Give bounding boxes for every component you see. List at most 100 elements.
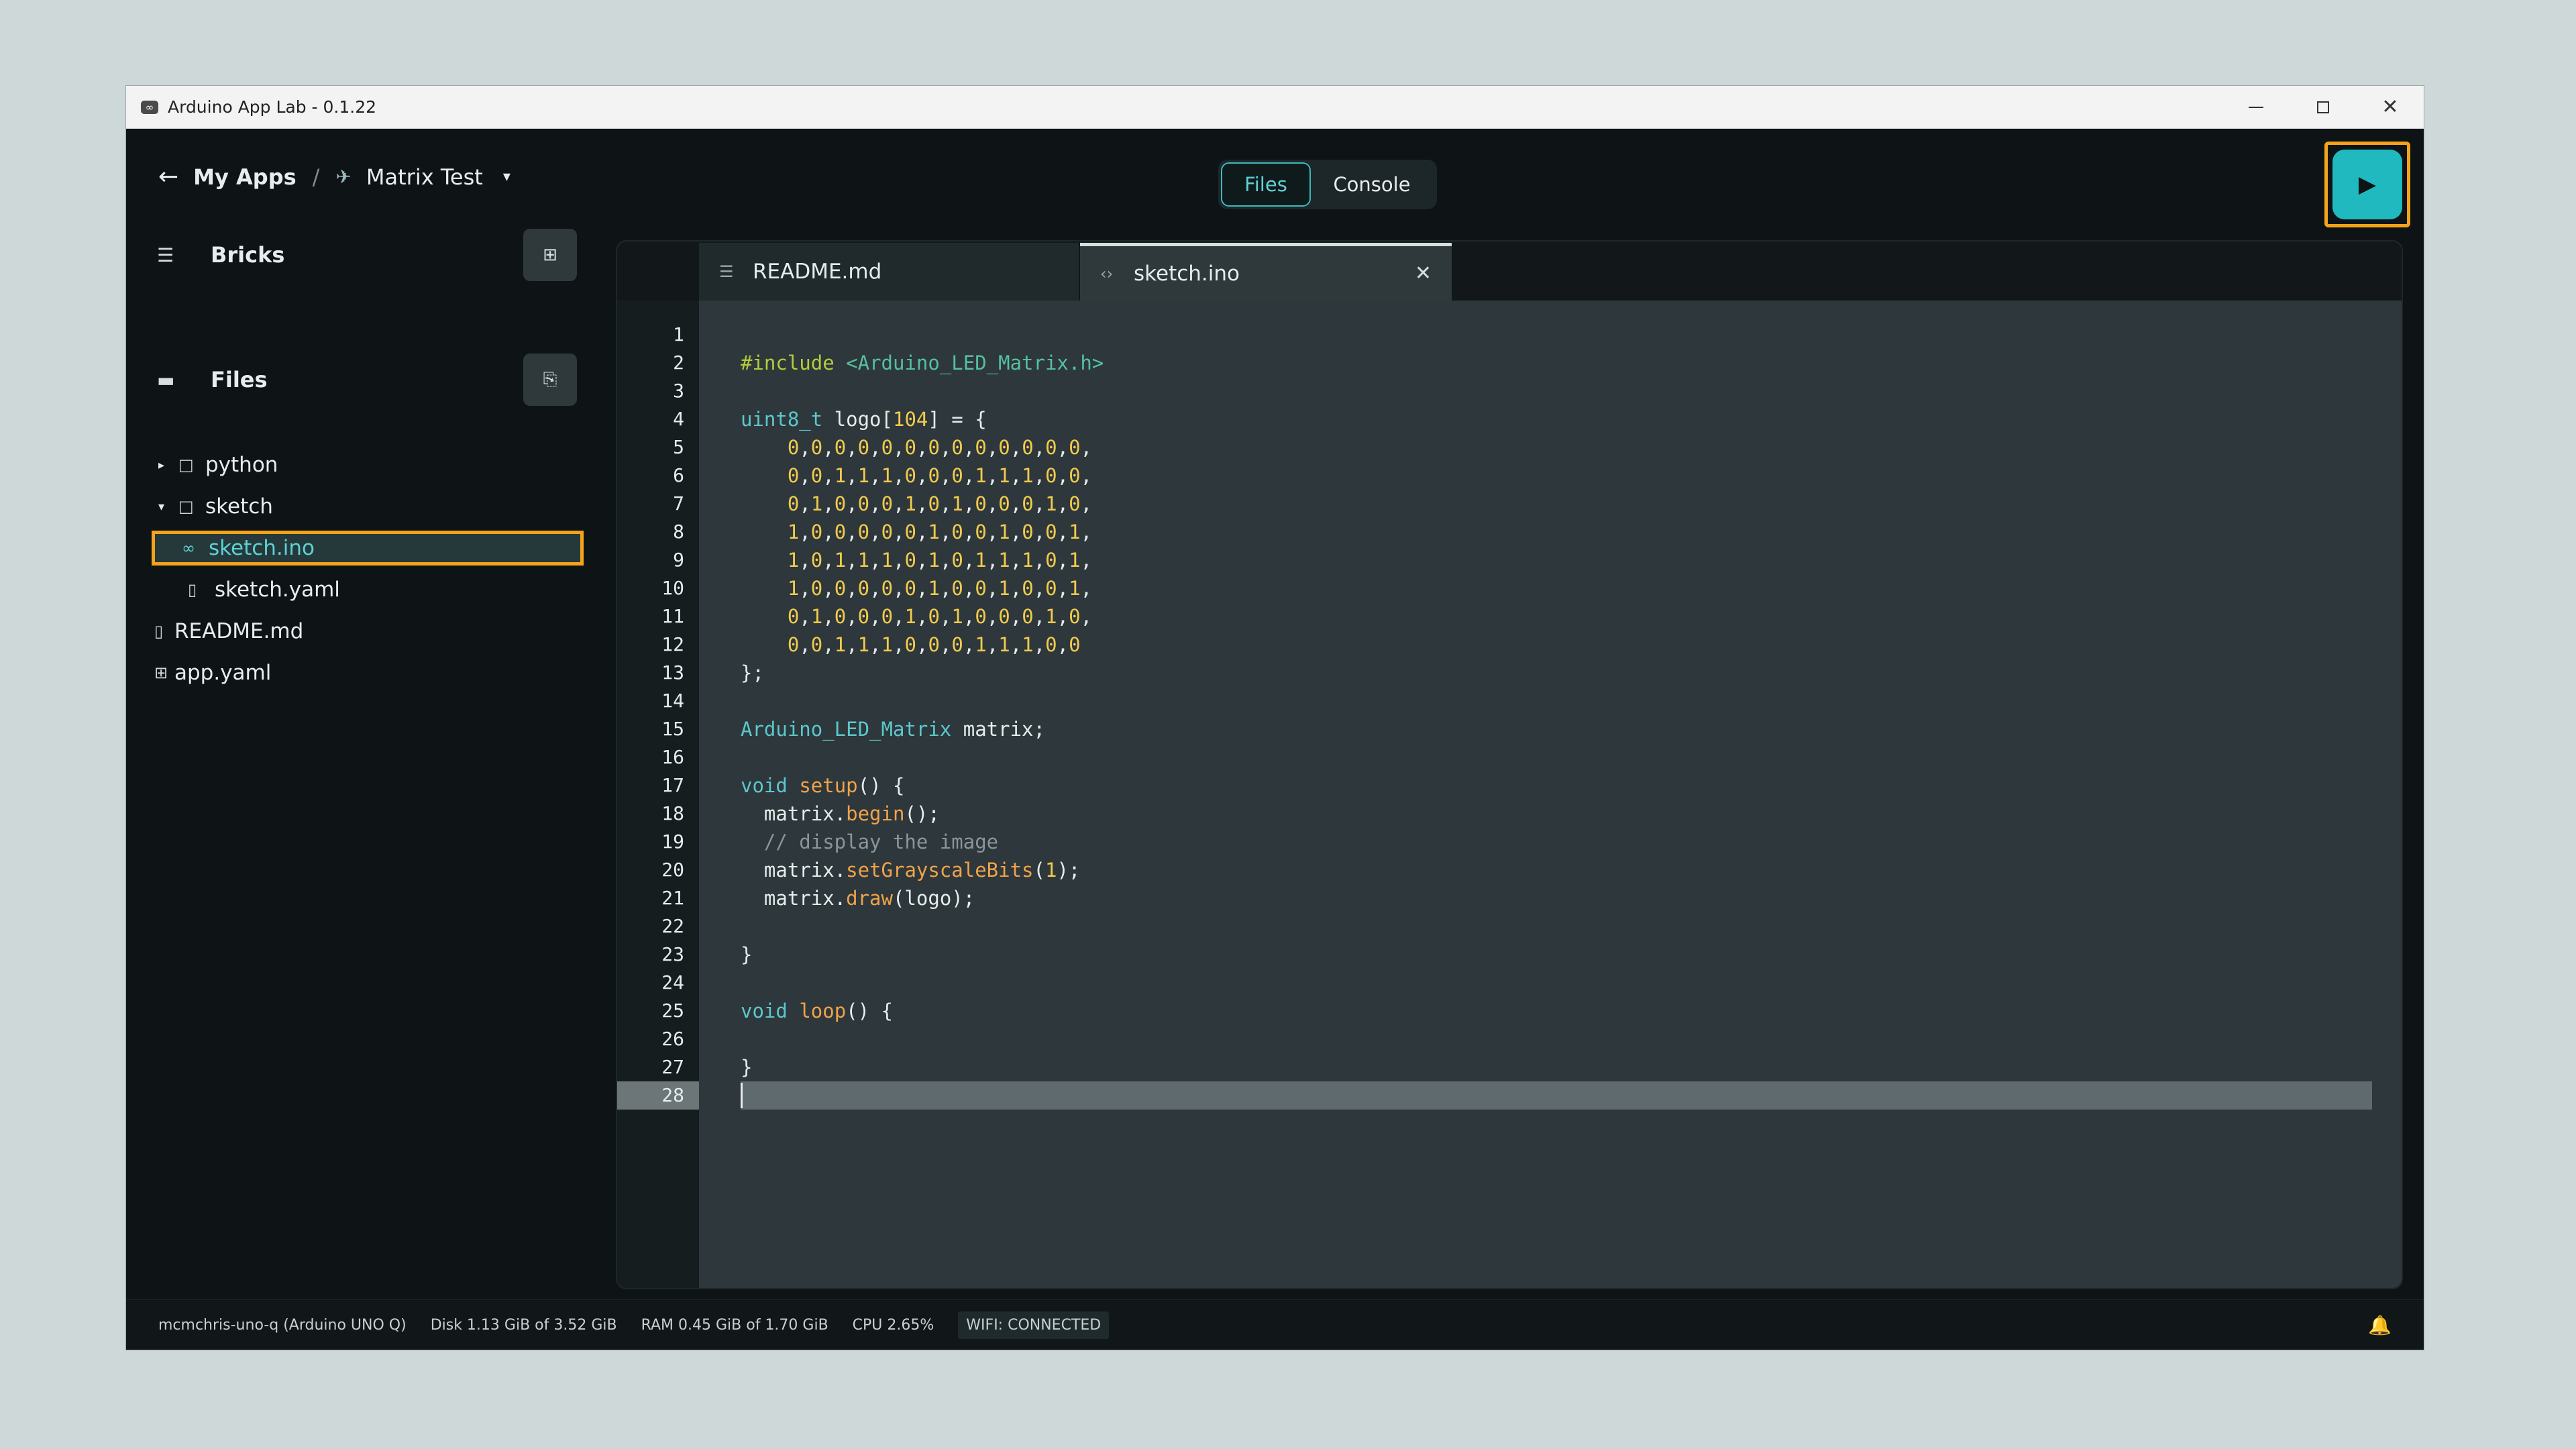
code-line[interactable]: 0,0,1,1,1,0,0,0,1,1,1,0,0 [741, 631, 1081, 659]
window-title: Arduino App Lab - 0.1.22 [168, 97, 377, 117]
line-number: 20 [661, 859, 684, 881]
markdown-icon: ☰ [719, 262, 734, 281]
tree-item-python[interactable]: ▸ □ python [158, 447, 278, 482]
tree-item-sketch[interactable]: ▾ □ sketch [158, 489, 273, 524]
code-line[interactable]: 1,0,0,0,0,0,1,0,0,1,0,0,1, [741, 518, 1092, 546]
current-line-highlight [741, 1081, 2372, 1110]
line-number: 18 [661, 802, 684, 824]
view-switcher: Files Console [1218, 160, 1437, 209]
line-number: 9 [673, 549, 684, 571]
code-line[interactable]: } [741, 1053, 752, 1081]
bricks-section: ☰ Bricks ⊞ [157, 229, 577, 281]
editor-tab-label: README.md [753, 260, 882, 284]
line-number: 6 [673, 464, 684, 486]
line-number: 14 [661, 690, 684, 712]
line-number-gutter: 1 2 3 4 5 6 7 8 9 10 11 12 13 14 15 16 17 18 19 20 21 22 23 24 2… [617, 301, 699, 1288]
code-line[interactable]: matrix.begin(); [741, 800, 940, 828]
files-section: ▬ Files ⎘ [157, 354, 577, 406]
my-apps-link[interactable]: My Apps [193, 164, 296, 190]
code-line[interactable]: 0,0,0,0,0,0,0,0,0,0,0,0,0, [741, 433, 1092, 462]
wifi-status: WIFI: CONNECTED [958, 1311, 1110, 1339]
status-bar: mcmchris-uno-q (Arduino UNO Q) Disk 1.13… [126, 1299, 2424, 1350]
chevron-down-icon[interactable]: ▾ [158, 500, 178, 514]
tree-item-label: python [205, 453, 278, 477]
line-number: 12 [661, 633, 684, 655]
app-name[interactable]: Matrix Test [366, 164, 483, 190]
cpu-status: CPU 2.65% [852, 1316, 934, 1334]
add-file-button[interactable]: ⎘ [523, 354, 577, 406]
editor-tab-label: sketch.ino [1134, 261, 1240, 286]
device-status: mcmchris-uno-q (Arduino UNO Q) [158, 1316, 407, 1334]
maximize-button[interactable] [2290, 86, 2357, 128]
code-line[interactable]: Arduino_LED_Matrix matrix; [741, 715, 1045, 743]
app-window: ∞ Arduino App Lab - 0.1.22 ✕ ← My Apps /… [125, 85, 2424, 1350]
line-number: 28 [661, 1084, 684, 1106]
close-window-button[interactable]: ✕ [2357, 86, 2424, 128]
line-number: 11 [661, 605, 684, 627]
tree-item-sketch-yaml[interactable]: ▯ sketch.yaml [188, 572, 340, 607]
line-number: 19 [661, 830, 684, 853]
code-line[interactable]: matrix.draw(logo); [741, 884, 975, 912]
tree-item-label: app.yaml [174, 661, 272, 685]
code-line[interactable]: uint8_t logo[104] = { [741, 405, 987, 433]
breadcrumb: ← My Apps / ✈ Matrix Test ▾ [158, 163, 511, 191]
line-number: 4 [673, 408, 684, 430]
editor-tab-sketch[interactable]: ‹› sketch.ino ✕ [1080, 243, 1452, 301]
back-arrow-icon[interactable]: ← [158, 163, 178, 191]
line-number: 26 [661, 1028, 684, 1050]
line-number: 16 [661, 746, 684, 768]
app-header: ← My Apps / ✈ Matrix Test ▾ Files Consol… [126, 128, 2424, 227]
code-line[interactable]: 1,0,1,1,1,0,1,0,1,1,1,0,1, [741, 546, 1092, 574]
breadcrumb-separator: / [312, 164, 320, 190]
disk-status: Disk 1.13 GiB of 3.52 GiB [430, 1316, 617, 1334]
chevron-right-icon[interactable]: ▸ [158, 458, 178, 472]
tab-console[interactable]: Console [1311, 162, 1433, 207]
tree-item-app-yaml[interactable]: ⊞ app.yaml [154, 655, 271, 690]
line-number: 3 [673, 380, 684, 402]
code-line[interactable]: 1,0,0,0,0,0,1,0,0,1,0,0,1, [741, 574, 1092, 602]
editor-tabs: ☰ README.md ‹› sketch.ino ✕ [617, 241, 2402, 301]
code-text-area[interactable]: #include <Arduino_LED_Matrix.h> uint8_t l… [699, 301, 2402, 1288]
code-line[interactable]: matrix.setGrayscaleBits(1); [741, 856, 1080, 884]
chevron-down-icon[interactable]: ▾ [503, 168, 511, 185]
tree-item-label: sketch.ino [209, 536, 315, 560]
code-line[interactable]: } [741, 941, 752, 969]
title-bar: ∞ Arduino App Lab - 0.1.22 ✕ [126, 86, 2424, 129]
app-icon: ✈ [335, 166, 352, 188]
text-cursor [741, 1083, 743, 1108]
ram-status: RAM 0.45 GiB of 1.70 GiB [641, 1316, 828, 1334]
code-line[interactable]: 0,1,0,0,0,1,0,1,0,0,0,1,0, [741, 602, 1092, 631]
close-tab-icon[interactable]: ✕ [1415, 262, 1432, 285]
tree-item-sketch-ino[interactable]: ∞ sketch.ino [152, 531, 584, 566]
line-number: 24 [661, 971, 684, 994]
line-number: 22 [661, 915, 684, 937]
line-number: 21 [661, 887, 684, 909]
app-config-icon: ⊞ [154, 663, 168, 682]
arduino-file-icon: ∞ [182, 539, 195, 557]
code-editor: ☰ README.md ‹› sketch.ino ✕ 1 2 3 4 5 6 7 8 9 10 1… [616, 240, 2403, 1289]
folder-icon: □ [178, 497, 194, 516]
code-line[interactable]: 0,0,1,1,1,0,0,0,1,1,1,0,0, [741, 462, 1092, 490]
line-number: 1 [673, 323, 684, 345]
editor-tab-readme[interactable]: ☰ README.md [699, 243, 1079, 301]
run-button[interactable]: ▶ [2324, 142, 2410, 227]
add-brick-button[interactable]: ⊞ [523, 229, 577, 281]
line-number: 25 [661, 1000, 684, 1022]
code-line[interactable]: void loop() { [741, 997, 893, 1025]
code-line[interactable]: }; [741, 659, 764, 687]
line-number: 10 [661, 577, 684, 599]
code-line[interactable]: void setup() { [741, 771, 904, 800]
tree-item-label: sketch.yaml [215, 578, 340, 602]
code-line[interactable]: #include <Arduino_LED_Matrix.h> [741, 349, 1104, 377]
line-number: 7 [673, 492, 684, 515]
tab-files[interactable]: Files [1221, 162, 1311, 207]
bell-icon[interactable]: 🔔 [2368, 1314, 2392, 1336]
code-line[interactable]: // display the image [741, 828, 998, 856]
line-number: 13 [661, 661, 684, 684]
tree-item-label: sketch [205, 494, 273, 519]
tree-item-label: README.md [174, 619, 304, 643]
tree-item-readme[interactable]: ▯ README.md [154, 614, 303, 649]
files-label: Files [211, 367, 268, 392]
minimize-button[interactable] [2222, 86, 2290, 128]
code-line[interactable]: 0,1,0,0,0,1,0,1,0,0,0,1,0, [741, 490, 1092, 518]
